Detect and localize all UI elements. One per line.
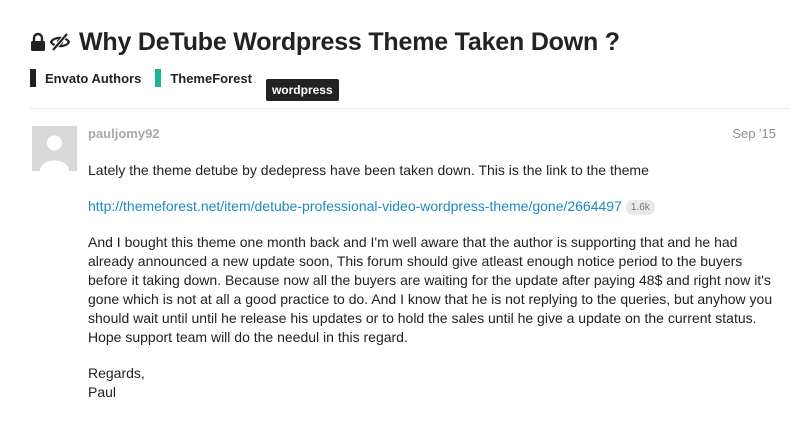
signoff-name: Paul — [88, 384, 117, 400]
default-avatar-icon — [40, 135, 69, 171]
topic-title-row: Why DeTube Wordpress Theme Taken Down ? — [30, 22, 620, 62]
avatar[interactable] — [32, 126, 77, 171]
category-themeforest[interactable]: ThemeForest — [155, 68, 252, 88]
signoff-line: Regards, — [88, 365, 145, 381]
post-body: Lately the theme detube by dedepress hav… — [88, 161, 774, 419]
post-paragraph: Lately the theme detube by dedepress hav… — [88, 162, 649, 178]
category-color-bar — [155, 69, 162, 87]
tag-wordpress[interactable]: wordpress — [265, 79, 339, 101]
post-username[interactable]: pauljomy92 — [88, 126, 160, 141]
lock-icon — [31, 32, 45, 51]
category-color-bar — [30, 69, 36, 87]
post-date[interactable]: Sep '15 — [732, 126, 776, 141]
eye-slash-icon — [49, 32, 71, 52]
topic-categories: Envato Authors ThemeForest wordpress — [30, 68, 339, 102]
link-click-count: 1.6k — [625, 200, 655, 215]
post-paragraph: And I bought this theme one month back a… — [88, 234, 773, 345]
category-envato-authors[interactable]: Envato Authors — [30, 68, 141, 88]
category-label: Envato Authors — [45, 70, 142, 86]
header-divider — [30, 108, 790, 109]
theme-link[interactable]: http://themeforest.net/item/detube-profe… — [88, 198, 622, 214]
post-link-paragraph: http://themeforest.net/item/detube-profe… — [88, 197, 774, 216]
category-label: ThemeForest — [170, 70, 252, 86]
topic-title[interactable]: Why DeTube Wordpress Theme Taken Down ? — [79, 28, 620, 57]
post-signoff: Regards, Paul — [88, 364, 774, 402]
